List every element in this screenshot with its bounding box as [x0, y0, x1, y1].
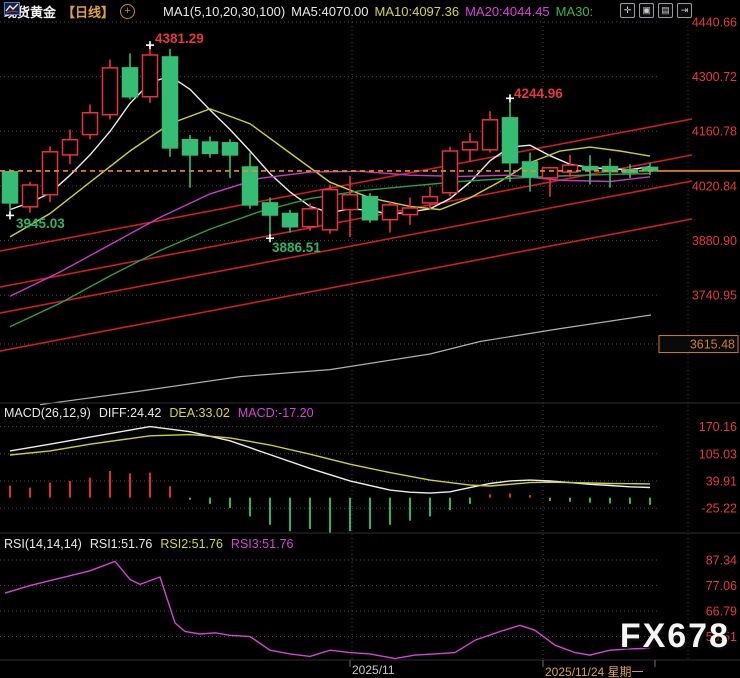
svg-text:39.91: 39.91: [706, 474, 737, 488]
svg-text:4020.84: 4020.84: [692, 179, 737, 193]
svg-text:4244.96: 4244.96: [514, 86, 563, 101]
ma10-value: MA10:4097.36: [374, 3, 460, 19]
macd-indicator-row[interactable]: MACD(26,12,9) DIFF:24.42 DEA:33.02 MACD:…: [4, 406, 314, 420]
svg-text:3945.03: 3945.03: [16, 216, 65, 231]
chart-canvas[interactable]: 4440.66 4300.72 4160.78 4020.84 3880.90 3740.…: [0, 0, 740, 678]
date-label-current: 2025/11/24 星期一: [545, 665, 644, 678]
svg-text:3740.95: 3740.95: [692, 289, 737, 303]
scale-left-icon[interactable]: ▣: [639, 3, 654, 18]
svg-text:3880.90: 3880.90: [692, 234, 737, 248]
rsi2-value: RSI2:51.76: [160, 537, 223, 551]
date-label-month: 2025/11: [352, 663, 395, 677]
rsi-params-label: RSI(14,14,14): [4, 537, 82, 551]
svg-text:3886.51: 3886.51: [272, 240, 321, 255]
svg-text:4381.29: 4381.29: [155, 31, 204, 46]
ma5-value: MA5:4070.00: [291, 3, 369, 19]
ma-params-label[interactable]: MA1(5,10,20,30,100): [163, 4, 285, 19]
svg-text:3615.48: 3615.48: [690, 338, 735, 352]
panel-expand-icon[interactable]: ⇥: [677, 3, 692, 18]
chart-type-icon[interactable]: [4, 2, 157, 18]
svg-text:4160.78: 4160.78: [692, 125, 737, 139]
macd-diff-value: DIFF:24.42: [98, 406, 162, 420]
ma20-value: MA20:4044.45: [465, 3, 550, 19]
svg-text:77.06: 77.06: [706, 579, 737, 593]
add-indicator-icon[interactable]: +: [120, 3, 136, 19]
svg-text:170.16: 170.16: [699, 420, 737, 434]
rsi-indicator-row[interactable]: RSI(14,14,14) RSI1:51.76 RSI2:51.76 RSI3…: [4, 537, 293, 551]
fx678-watermark: FX678: [619, 617, 730, 655]
svg-text:87.34: 87.34: [706, 553, 737, 567]
macd-hist-value: MACD:-17.20: [237, 406, 314, 420]
chart-header: 现货黄金 【日线】 + MA1(5,10,20,30,100) MA5:4070.…: [4, 2, 593, 20]
macd-dea-value: DEA:33.02: [169, 406, 230, 420]
svg-text:4300.72: 4300.72: [692, 70, 737, 84]
rsi1-value: RSI1:51.76: [89, 537, 153, 551]
chart-toolbar: ✛ ▣ ▤ ⇥: [620, 3, 692, 18]
trading-chart-window: 4440.66 4300.72 4160.78 4020.84 3880.90 3740.…: [0, 0, 740, 678]
svg-text:-25.22: -25.22: [702, 502, 737, 516]
macd-params-label: MACD(26,12,9): [4, 406, 91, 420]
period-label[interactable]: 【日线】: [62, 2, 114, 21]
svg-text:105.03: 105.03: [699, 447, 737, 461]
scale-right-icon[interactable]: ▤: [658, 3, 673, 18]
ma30-value: MA30:: [555, 3, 594, 19]
svg-text:4440.66: 4440.66: [692, 15, 737, 29]
rsi3-value: RSI3:51.76: [230, 537, 294, 551]
crosshair-icon[interactable]: ✛: [620, 3, 635, 18]
